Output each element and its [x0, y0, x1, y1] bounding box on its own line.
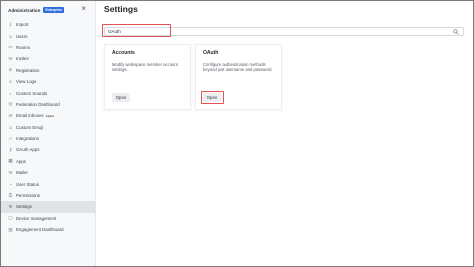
sidebar-item-label: Import	[16, 22, 29, 28]
app-window: Administration Enterprise × ⇩ Import ☺ Use…	[0, 0, 474, 267]
sidebar-item-label: OAuth Apps	[16, 147, 40, 153]
sidebar-item-label: Users	[16, 33, 28, 39]
sidebar-item-label: View Logs	[16, 79, 37, 85]
sidebar-item-device-management[interactable]: ▢ Device management	[1, 213, 95, 224]
accounts-card: Accounts Modify workspace member account…	[104, 44, 191, 110]
device-icon: ▢	[8, 215, 13, 221]
sidebar-item-settings[interactable]: ⚙ Settings	[1, 201, 95, 213]
settings-main: Settings Accounts Modify workspace membe…	[96, 1, 473, 266]
sidebar-item-view-logs[interactable]: ≡ View Logs	[1, 76, 95, 87]
sidebar-item-invites[interactable]: ✉ Invites	[1, 53, 95, 64]
oauth-icon: ⚷	[8, 146, 13, 152]
sidebar-item-label: Custom Sounds	[16, 90, 48, 96]
search-icon[interactable]	[453, 29, 459, 35]
sidebar-item-permissions[interactable]: ⚿ Permissions	[1, 190, 95, 201]
mailer-icon: ✉	[8, 169, 13, 175]
card-title: Accounts	[112, 50, 135, 56]
sidebar-item-mailer[interactable]: ✉ Mailer	[1, 167, 95, 178]
page-title: Settings	[104, 4, 138, 14]
accounts-open-button[interactable]: Open	[112, 93, 130, 102]
sidebar-item-import[interactable]: ⇩ Import	[1, 19, 95, 30]
apps-icon: ▦	[8, 158, 13, 164]
sidebar-item-email-inboxes[interactable]: ✉ Email Inboxes Alpha	[1, 110, 95, 121]
sidebar-nav: ⇩ Import ☺ Users ▭ Rooms ✉ Invites ⊙ Registra…	[1, 19, 95, 235]
sidebar-item-label: Integrations	[16, 136, 39, 142]
search-box	[104, 27, 464, 36]
sidebar-header: Administration Enterprise ×	[1, 1, 95, 19]
import-icon: ⇩	[8, 21, 13, 27]
registration-icon: ⊙	[8, 67, 13, 73]
card-title: OAuth	[203, 50, 219, 56]
sidebar-item-user-status[interactable]: ◔ User Status	[1, 178, 95, 189]
sidebar-title: Administration	[8, 7, 41, 13]
sidebar-item-label: Rooms	[16, 44, 30, 50]
engagement-icon: ▥	[8, 226, 13, 232]
sidebar-item-federation-dashboard[interactable]: ◎ Federation Dashboard	[1, 99, 95, 110]
rooms-icon: ▭	[8, 44, 13, 50]
sidebar-item-integrations[interactable]: ‹› Integrations	[1, 133, 95, 144]
emoji-icon: ☺	[8, 124, 13, 130]
user-status-icon: ◔	[9, 181, 12, 187]
sidebar-item-label: Device management	[16, 215, 57, 221]
settings-icon: ⚙	[8, 203, 13, 209]
alpha-tag: Alpha	[45, 113, 54, 118]
sidebar-item-label: Engagement Dashboard	[16, 227, 64, 233]
search-input[interactable]	[105, 29, 445, 34]
email-icon: ✉	[8, 112, 13, 118]
sidebar-item-users[interactable]: ☺ Users	[1, 30, 95, 41]
sidebar-item-label: Registration	[16, 67, 40, 73]
sidebar-item-label: Invites	[16, 56, 29, 62]
sidebar-item-label: User Status	[16, 181, 39, 187]
close-icon[interactable]: ×	[81, 5, 86, 13]
invites-icon: ✉	[8, 55, 13, 61]
sidebar-item-rooms[interactable]: ▭ Rooms	[1, 42, 95, 53]
oauth-open-button[interactable]: Open	[203, 93, 221, 102]
sidebar-item-label: Email Inboxes	[16, 113, 44, 119]
permissions-icon: ⚿	[8, 193, 13, 199]
sounds-icon: ♪	[9, 90, 12, 96]
sidebar-item-label: Federation Dashboard	[16, 101, 60, 107]
sidebar-item-label: Settings	[16, 204, 32, 210]
enterprise-badge: Enterprise	[43, 7, 65, 13]
card-description: Configure authentication methods beyond …	[203, 62, 273, 72]
sidebar-item-registration[interactable]: ⊙ Registration	[1, 65, 95, 76]
admin-sidebar: Administration Enterprise × ⇩ Import ☺ Use…	[1, 1, 96, 266]
sidebar-item-custom-sounds[interactable]: ♪ Custom Sounds	[1, 87, 95, 98]
sidebar-item-custom-emoji[interactable]: ☺ Custom Emoji	[1, 122, 95, 133]
oauth-card: OAuth Configure authentication methods b…	[195, 44, 282, 110]
integrations-icon: ‹›	[9, 136, 12, 142]
sidebar-item-engagement-dashboard[interactable]: ▥ Engagement Dashboard	[1, 224, 95, 235]
card-description: Modify workspace member account settings…	[112, 62, 178, 72]
sidebar-item-label: Mailer	[16, 170, 28, 176]
federation-icon: ◎	[8, 101, 13, 107]
logs-icon: ≡	[9, 79, 12, 85]
sidebar-item-label: Custom Emoji	[16, 124, 44, 130]
users-icon: ☺	[8, 33, 13, 39]
sidebar-item-label: Apps	[16, 158, 27, 164]
sidebar-item-label: Permissions	[16, 193, 40, 199]
sidebar-item-oauth-apps[interactable]: ⚷ OAuth Apps	[1, 144, 95, 155]
sidebar-item-apps[interactable]: ▦ Apps	[1, 156, 95, 167]
